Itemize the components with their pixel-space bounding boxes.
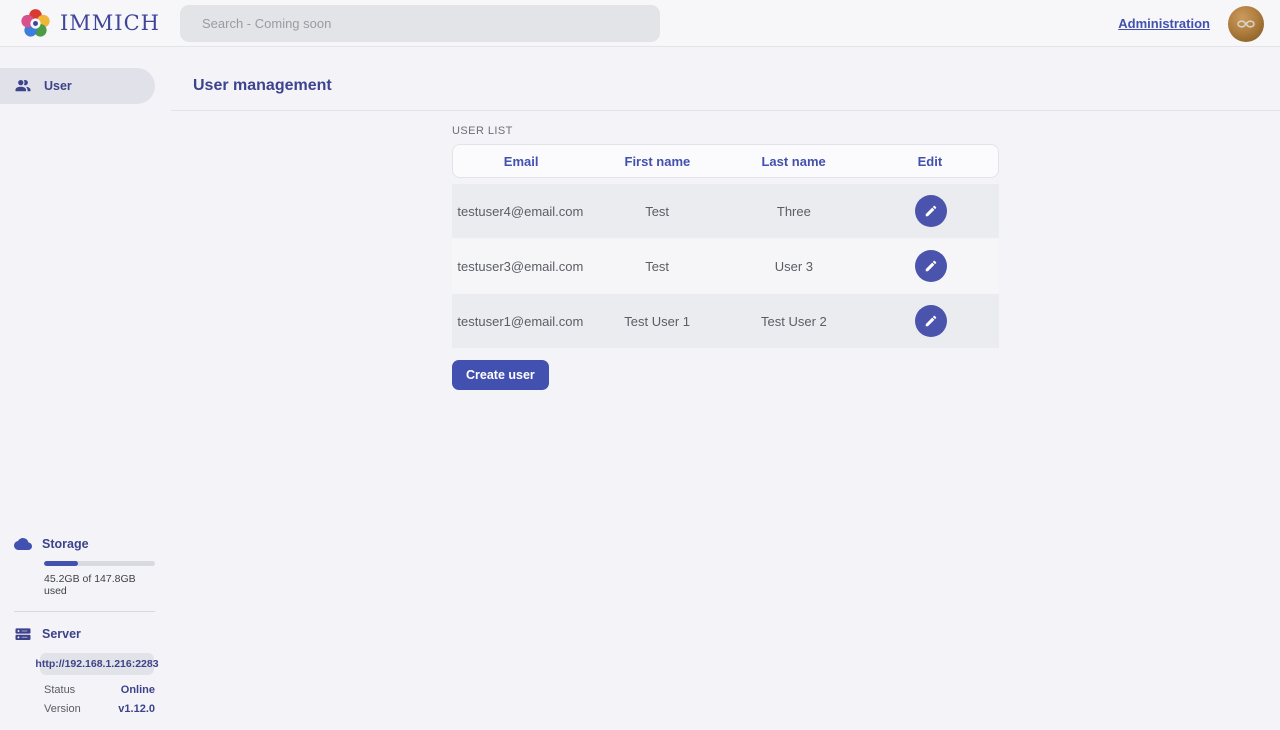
- administration-link[interactable]: Administration: [1118, 16, 1210, 31]
- cell-first-name: Test User 1: [589, 314, 726, 329]
- status-label: Status: [44, 684, 75, 696]
- server-icon: [14, 625, 32, 643]
- user-table-header: Email First name Last name Edit: [452, 144, 999, 178]
- sidebar-divider: [14, 611, 155, 612]
- server-title: Server: [42, 627, 81, 641]
- avatar[interactable]: [1228, 6, 1264, 42]
- edit-user-button[interactable]: [915, 305, 947, 337]
- glasses-photo-icon: [1233, 11, 1259, 37]
- sidebar-footer: Storage 45.2GB of 147.8GB used Server: [14, 535, 155, 715]
- pencil-icon: [924, 259, 938, 273]
- title-divider: [171, 110, 1280, 111]
- sidebar: User Storage 45.2GB of 147.8GB used: [0, 47, 170, 729]
- column-email: Email: [453, 154, 589, 169]
- column-edit: Edit: [862, 154, 998, 169]
- main-content: User management USER LIST Email First na…: [170, 47, 1280, 729]
- app-header: IMMICH Administration: [0, 0, 1280, 47]
- storage-title: Storage: [42, 537, 89, 551]
- table-row: testuser3@email.com Test User 3: [452, 239, 999, 293]
- page-title: User management: [170, 47, 1280, 95]
- server-status-row: Status Online: [44, 684, 155, 696]
- cell-email: testuser3@email.com: [452, 259, 589, 274]
- cell-first-name: Test: [589, 259, 726, 274]
- server-url-chip: http://192.168.1.216:2283: [40, 653, 154, 675]
- storage-progress-bar: [44, 561, 155, 566]
- create-user-button[interactable]: Create user: [452, 360, 549, 390]
- cell-email: testuser1@email.com: [452, 314, 589, 329]
- cell-email: testuser4@email.com: [452, 204, 589, 219]
- version-value: v1.12.0: [118, 703, 155, 715]
- cell-last-name: Three: [726, 204, 863, 219]
- version-label: Version: [44, 703, 81, 715]
- user-list-label: USER LIST: [452, 125, 999, 137]
- edit-user-button[interactable]: [915, 250, 947, 282]
- column-last-name: Last name: [726, 154, 862, 169]
- table-row: testuser1@email.com Test User 1 Test Use…: [452, 294, 999, 348]
- users-icon: [14, 77, 32, 95]
- cell-first-name: Test: [589, 204, 726, 219]
- immich-flower-icon: [19, 7, 52, 40]
- server-section: Server: [14, 625, 155, 643]
- edit-user-button[interactable]: [915, 195, 947, 227]
- sidebar-item-label: User: [44, 79, 72, 93]
- storage-progress-fill: [44, 561, 78, 566]
- cell-last-name: Test User 2: [726, 314, 863, 329]
- table-row: testuser4@email.com Test Three: [452, 184, 999, 238]
- sidebar-item-user[interactable]: User: [0, 68, 155, 104]
- storage-section: Storage: [14, 535, 155, 553]
- column-first-name: First name: [589, 154, 725, 169]
- app-logo[interactable]: IMMICH: [0, 7, 180, 40]
- cloud-icon: [14, 535, 32, 553]
- status-value: Online: [121, 684, 155, 696]
- pencil-icon: [924, 314, 938, 328]
- search-input[interactable]: [180, 5, 660, 42]
- server-version-row: Version v1.12.0: [44, 703, 155, 715]
- app-name: IMMICH: [60, 11, 160, 35]
- cell-last-name: User 3: [726, 259, 863, 274]
- storage-usage-text: 45.2GB of 147.8GB used: [44, 573, 155, 597]
- pencil-icon: [924, 204, 938, 218]
